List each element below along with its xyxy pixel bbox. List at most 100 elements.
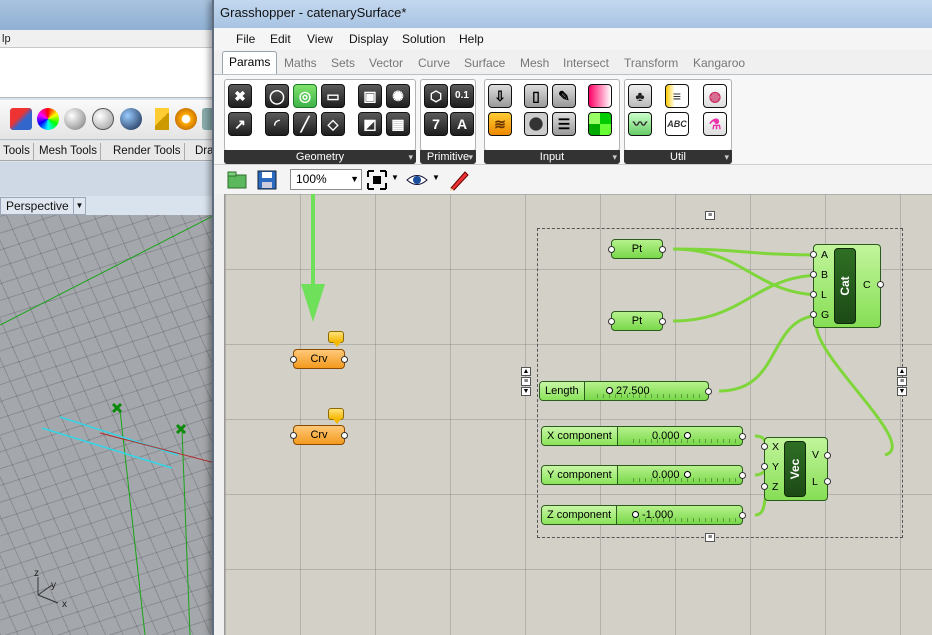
tab-mesh-tools[interactable]: Mesh Tools bbox=[36, 143, 101, 160]
gradient-input-icon[interactable] bbox=[588, 84, 612, 108]
rectangle-param-icon[interactable]: ▭ bbox=[321, 84, 345, 108]
chevron-down-icon[interactable]: ▼ bbox=[73, 198, 85, 214]
color-wheel-icon[interactable] bbox=[37, 108, 59, 130]
point-marker-1[interactable] bbox=[111, 402, 123, 414]
ribbon-group-label-util[interactable]: Util ▾ bbox=[624, 150, 732, 164]
gear-icon[interactable] bbox=[175, 108, 197, 130]
vector-output-l[interactable]: L bbox=[812, 476, 818, 488]
length-slider[interactable]: Length 27.500 bbox=[539, 381, 712, 401]
number-param-icon[interactable]: 0.1 bbox=[450, 84, 474, 108]
circle-param-icon[interactable]: ◯ bbox=[265, 84, 289, 108]
brep-param-icon[interactable]: ✺ bbox=[386, 84, 410, 108]
viewport-tab-perspective[interactable]: Perspective ▼ bbox=[0, 197, 86, 215]
rhino-menu-help-fragment[interactable]: lp bbox=[2, 33, 11, 45]
open-icon[interactable] bbox=[226, 169, 248, 191]
rhino-command-area[interactable] bbox=[0, 48, 215, 98]
fitness-icon[interactable]: ◍ bbox=[703, 84, 727, 108]
zoom-extents-icon[interactable] bbox=[366, 169, 388, 191]
point-param[interactable]: Pt bbox=[608, 239, 666, 259]
y-component-slider[interactable]: Y component 0.000 bbox=[541, 465, 746, 485]
group-handle-bottom[interactable]: ≡ bbox=[705, 532, 717, 543]
group-handle-top[interactable]: ≡ bbox=[705, 210, 717, 221]
ribbon-group-label-primitive[interactable]: Primitive ▾ bbox=[420, 150, 476, 164]
graph-mapper-icon[interactable]: ≋ bbox=[488, 112, 512, 136]
sketch-icon[interactable] bbox=[448, 169, 470, 191]
param-viewer-icon[interactable]: ♣ bbox=[628, 84, 652, 108]
menu-help[interactable]: Help bbox=[459, 32, 484, 46]
box-param-icon[interactable]: ▣ bbox=[358, 84, 382, 108]
line-param-icon[interactable]: ╱ bbox=[293, 112, 317, 136]
z-component-slider[interactable]: Z component -1.000 bbox=[541, 505, 746, 525]
surface-param-icon[interactable]: ◩ bbox=[358, 112, 382, 136]
tab-maths[interactable]: Maths bbox=[284, 56, 317, 70]
tab-kangaroo[interactable]: Kangaroo bbox=[693, 56, 745, 70]
geometry-param-icon[interactable]: ✖ bbox=[228, 84, 252, 108]
tab-surface[interactable]: Surface bbox=[464, 56, 505, 70]
ribbon-group-label-input[interactable]: Input ▾ bbox=[484, 150, 620, 164]
warning-bubble-icon[interactable] bbox=[328, 331, 344, 347]
tab-vector[interactable]: Vector bbox=[369, 56, 403, 70]
save-icon[interactable] bbox=[256, 169, 278, 191]
integer-param-icon[interactable]: 7 bbox=[424, 112, 448, 136]
point-marker-2[interactable] bbox=[175, 423, 187, 435]
catenary-component[interactable]: A B L G Cat C bbox=[810, 244, 884, 328]
slider-track[interactable] bbox=[628, 468, 738, 482]
catenary-input-b[interactable]: B bbox=[821, 269, 828, 281]
tab-render-tools[interactable]: Render Tools bbox=[110, 143, 185, 160]
menu-display[interactable]: Display bbox=[349, 32, 388, 46]
data-panel-icon[interactable]: ≡ bbox=[665, 84, 689, 108]
tab-params[interactable]: Params bbox=[222, 51, 278, 74]
group-handle-left[interactable]: ▲ ≡ ▼ bbox=[521, 366, 533, 397]
slider-knob[interactable] bbox=[684, 432, 691, 439]
button-input-icon[interactable]: ✎ bbox=[552, 84, 576, 108]
point-param[interactable]: Pt bbox=[608, 311, 666, 331]
warning-bubble-icon[interactable] bbox=[328, 408, 344, 424]
tab-curve[interactable]: Curve bbox=[418, 56, 450, 70]
panel-input-icon[interactable]: ⇩ bbox=[488, 84, 512, 108]
ribbon-group-label-geometry[interactable]: Geometry ▾ bbox=[224, 150, 416, 164]
slider-knob[interactable] bbox=[632, 511, 639, 518]
sphere-wire-icon[interactable] bbox=[92, 108, 114, 130]
menu-solution[interactable]: Solution bbox=[402, 32, 445, 46]
knob-input-icon[interactable] bbox=[524, 112, 548, 136]
menu-file[interactable]: File bbox=[236, 32, 255, 46]
curve-param[interactable]: Crv bbox=[290, 349, 348, 369]
zoom-level-select[interactable]: 100% ▼ bbox=[290, 169, 362, 190]
tab-tools[interactable]: Tools bbox=[0, 143, 34, 160]
slider-knob[interactable] bbox=[606, 387, 613, 394]
text-param-icon[interactable]: A bbox=[450, 112, 474, 136]
plane-param-icon[interactable]: ◇ bbox=[321, 112, 345, 136]
catenary-input-l[interactable]: L bbox=[821, 289, 827, 301]
catenary-input-a[interactable]: A bbox=[821, 249, 828, 261]
catenary-output-c[interactable]: C bbox=[863, 279, 871, 291]
value-list-icon[interactable]: ☰ bbox=[552, 112, 576, 136]
sphere-gray-icon[interactable] bbox=[64, 108, 86, 130]
menu-edit[interactable]: Edit bbox=[270, 32, 291, 46]
scribble-icon[interactable]: ABC bbox=[665, 112, 689, 136]
tab-sets[interactable]: Sets bbox=[331, 56, 355, 70]
vector-input-z[interactable]: Z bbox=[772, 481, 778, 493]
x-component-slider[interactable]: X component 0.000 bbox=[541, 426, 746, 446]
preview-eye-icon[interactable] bbox=[406, 169, 428, 191]
data-recorder-icon[interactable]: 〰 bbox=[628, 112, 652, 136]
vector-xyz-component[interactable]: X Y Z Vec V L bbox=[761, 437, 831, 501]
tab-transform[interactable]: Transform bbox=[624, 56, 678, 70]
arc-param-icon[interactable]: ◜ bbox=[265, 112, 289, 136]
vector-input-x[interactable]: X bbox=[772, 441, 779, 453]
vector-input-y[interactable]: Y bbox=[772, 461, 779, 473]
curve-param-icon[interactable]: ◎ bbox=[293, 84, 317, 108]
colour-swatch-icon[interactable] bbox=[588, 112, 612, 136]
grasshopper-canvas[interactable]: ≡ ▲ ≡ ▼ ▲ ≡ ▼ ≡ Crv Crv Pt Pt A B L G Cat C bbox=[224, 194, 932, 635]
render-material-icon[interactable] bbox=[10, 108, 32, 130]
group-handle-right[interactable]: ▲ ≡ ▼ bbox=[897, 366, 909, 397]
light-icon[interactable] bbox=[155, 108, 169, 130]
boolean-param-icon[interactable]: ⬡ bbox=[424, 84, 448, 108]
catenary-input-g[interactable]: G bbox=[821, 309, 829, 321]
galapagos-icon[interactable]: ⚗ bbox=[703, 112, 727, 136]
tab-intersect[interactable]: Intersect bbox=[563, 56, 609, 70]
sphere-blue-icon[interactable] bbox=[120, 108, 142, 130]
slider-knob[interactable] bbox=[684, 471, 691, 478]
zoom-extents-dropdown-icon[interactable]: ▼ bbox=[391, 173, 399, 182]
curve-param[interactable]: Crv bbox=[290, 425, 348, 445]
chevron-down-icon[interactable]: ▼ bbox=[350, 170, 359, 189]
